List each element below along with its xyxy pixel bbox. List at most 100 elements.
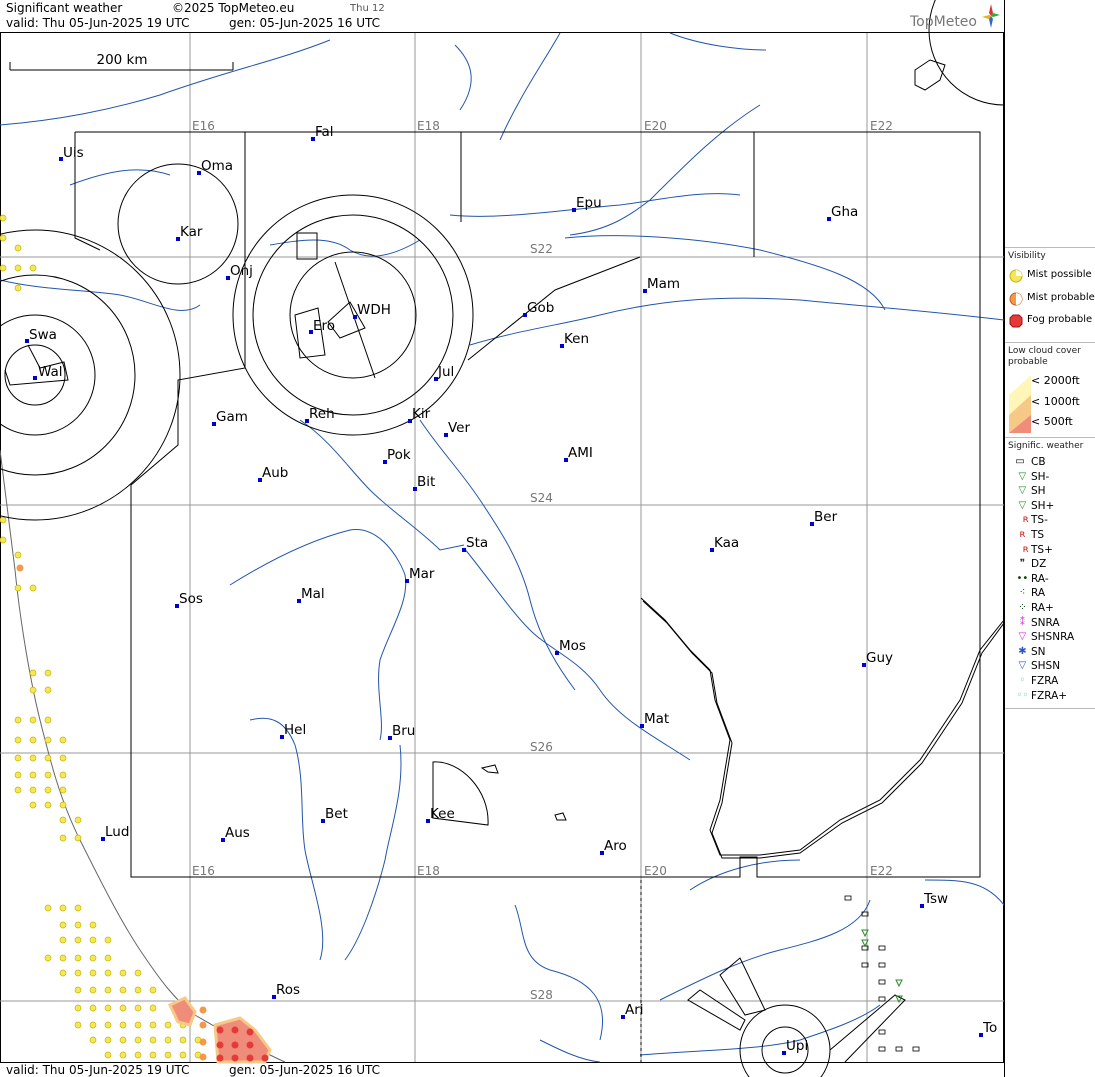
grid-label-s28: S28 (530, 988, 553, 1002)
brand-name: TopMeteo (910, 14, 977, 30)
legend-sigwx-label-13: SN (1031, 645, 1046, 658)
city-label-ari: Ari (625, 1002, 644, 1018)
legend-sigwx-label-10: RA+ (1031, 602, 1054, 614)
legend-sigwx-label-3: SH+ (1031, 499, 1055, 512)
city-marker-wal[interactable] (33, 376, 37, 380)
valid-time: valid: Thu 05-Jun-2025 19 UTC (6, 16, 190, 30)
city-label-lud: Lud (105, 824, 129, 840)
city-label-gam: Gam (216, 409, 248, 425)
legend-lowcloud-2000: < 2000ft (1031, 374, 1080, 387)
city-label-oma: Oma (201, 158, 233, 174)
city-label-kir: Kir (412, 406, 431, 422)
generated-time: gen: 05-Jun-2025 16 UTC (229, 16, 381, 30)
freezing-rain-icon: ◦ (1019, 675, 1026, 686)
city-label-sta: Sta (466, 535, 488, 551)
shower-snow-icon: ▽ (1018, 660, 1027, 672)
cb-icon: ▭ (1015, 456, 1025, 467)
legend-sigwx-label-6: TS+ (1031, 543, 1053, 556)
grid-label-e20: E20 (644, 119, 667, 133)
snow-rain-icon: ⁑ (1019, 616, 1025, 628)
grid-label-e22-bottom: E22 (870, 864, 893, 878)
city-label-bru: Bru (392, 723, 415, 739)
city-label-ken: Ken (564, 331, 589, 347)
legend-sigwx-label-2: SH (1031, 485, 1046, 498)
city-label-reh: Reh (309, 406, 335, 422)
legend-sigwx-title: Signific. weather (1008, 441, 1084, 451)
legend-sigwx: Signific. weather ▭ CB ▽ SH- ▽ SH ▽ SH+ ʀ TS-ʀ TS ʀ… (1005, 437, 1095, 709)
legend-sigwx-label-7: DZ (1031, 558, 1047, 571)
legend-mist-possible-label: Mist possible (1027, 269, 1092, 280)
city-label-ami: AMI (568, 445, 593, 461)
city-label-fal: Fal (315, 124, 334, 140)
city-label-epu: Epu (576, 195, 602, 211)
city-label-pok: Pok (387, 447, 411, 463)
drizzle-icon: ❞ (1019, 558, 1026, 570)
city-label-aro: Aro (604, 838, 627, 854)
weather-map[interactable]: E16 E18 E20 E22 E16 E18 E20 E22 S22 S24 … (0, 0, 1004, 1077)
legend-sigwx-label-0: CB (1031, 456, 1046, 468)
legend-sigwx-label-4: TS- (1031, 514, 1048, 527)
legend-sigwx-label-16: FZRA+ (1031, 689, 1068, 702)
scale-label: 200 km (96, 52, 147, 68)
city-label-mos: Mos (559, 638, 586, 654)
city-label-swa: Swa (29, 327, 57, 343)
grid-label-e18: E18 (417, 119, 440, 133)
city-label-sos: Sos (179, 591, 203, 607)
grid-label-e16: E16 (192, 119, 215, 133)
legend-sigwx-label-8: RA- (1031, 572, 1049, 585)
day-tag: Thu 12 (350, 3, 385, 14)
city-label-ber: Ber (814, 509, 838, 525)
city-label-jul: Jul (437, 364, 454, 380)
legend-sigwx-label-14: SHSN (1031, 660, 1061, 673)
city-label-ros: Ros (276, 982, 300, 998)
legend-panel: Visibility Mist possible Mist probable F… (1004, 0, 1095, 1077)
mist-probable-icon (1009, 292, 1023, 306)
footer-valid-time: valid: Thu 05-Jun-2025 19 UTC (6, 1063, 190, 1077)
legend-sigwx-label-5: TS (1031, 529, 1045, 541)
map-frame (0, 32, 1004, 1063)
grid-label-e20-bottom: E20 (644, 864, 667, 878)
freezing-rain-heavy-icon: ◦◦ (1016, 689, 1029, 701)
legend-low-cloud: Low cloud cover probable < 2000ft < 1000… (1005, 342, 1095, 438)
legend-fog-probable-label: Fog probable (1027, 314, 1093, 325)
city-label-onj: Onj (230, 263, 253, 279)
city-label-tsw: Tsw (923, 891, 948, 907)
city-label-kar: Kar (180, 224, 203, 240)
legend-lowcloud-500: < 500ft (1031, 415, 1073, 428)
legend-visibility: Visibility Mist possible Mist probable F… (1005, 247, 1095, 343)
map-title: Significant weather (6, 1, 123, 15)
rain-light-icon: •• (1016, 572, 1029, 584)
copyright: ©2025 TopMeteo.eu (172, 1, 295, 15)
city-label-to: To (982, 1020, 997, 1036)
city-label-ver: Ver (448, 420, 470, 436)
city-label-wdh: WDH (357, 302, 391, 318)
city-label-uis: Uis (63, 145, 84, 161)
legend-visibility-title: Visibility (1008, 251, 1046, 261)
ts-icon: ʀ (1019, 529, 1026, 540)
city-label-kee: Kee (430, 806, 455, 822)
legend-sigwx-label-15: FZRA (1031, 675, 1059, 687)
shower-snow-rain-icon: ▽ (1018, 631, 1027, 643)
city-label-wal: Wal (38, 364, 63, 380)
rain-heavy-icon: ⁘ (1018, 602, 1027, 613)
grid-label-s22: S22 (530, 242, 553, 256)
city-label-ero: Ero (313, 318, 335, 334)
city-label-bet: Bet (325, 806, 348, 822)
legend-low-cloud-title: Low cloud cover probable (1008, 346, 1081, 367)
fog-probable-icon (1009, 314, 1023, 328)
city-label-upi: Upi (786, 1038, 808, 1054)
low-cloud-scale-icon (1009, 375, 1031, 433)
city-label-kaa: Kaa (714, 535, 739, 551)
city-label-mat: Mat (644, 711, 669, 727)
legend-sigwx-label-11: SNRA (1031, 616, 1060, 629)
grid-label-e16-bottom: E16 (192, 864, 215, 878)
legend-sigwx-label-9: RA (1031, 587, 1046, 600)
sh-light-icon: ▽ (1018, 470, 1027, 482)
city-label-aus: Aus (225, 825, 250, 841)
city-label-hel: Hel (284, 722, 306, 738)
footer-generated-time: gen: 05-Jun-2025 16 UTC (229, 1063, 381, 1077)
city-label-mal: Mal (301, 586, 325, 602)
grid-label-e22: E22 (870, 119, 893, 133)
sh-heavy-icon: ▽ (1018, 499, 1027, 511)
legend-sigwx-label-1: SH- (1031, 470, 1050, 483)
